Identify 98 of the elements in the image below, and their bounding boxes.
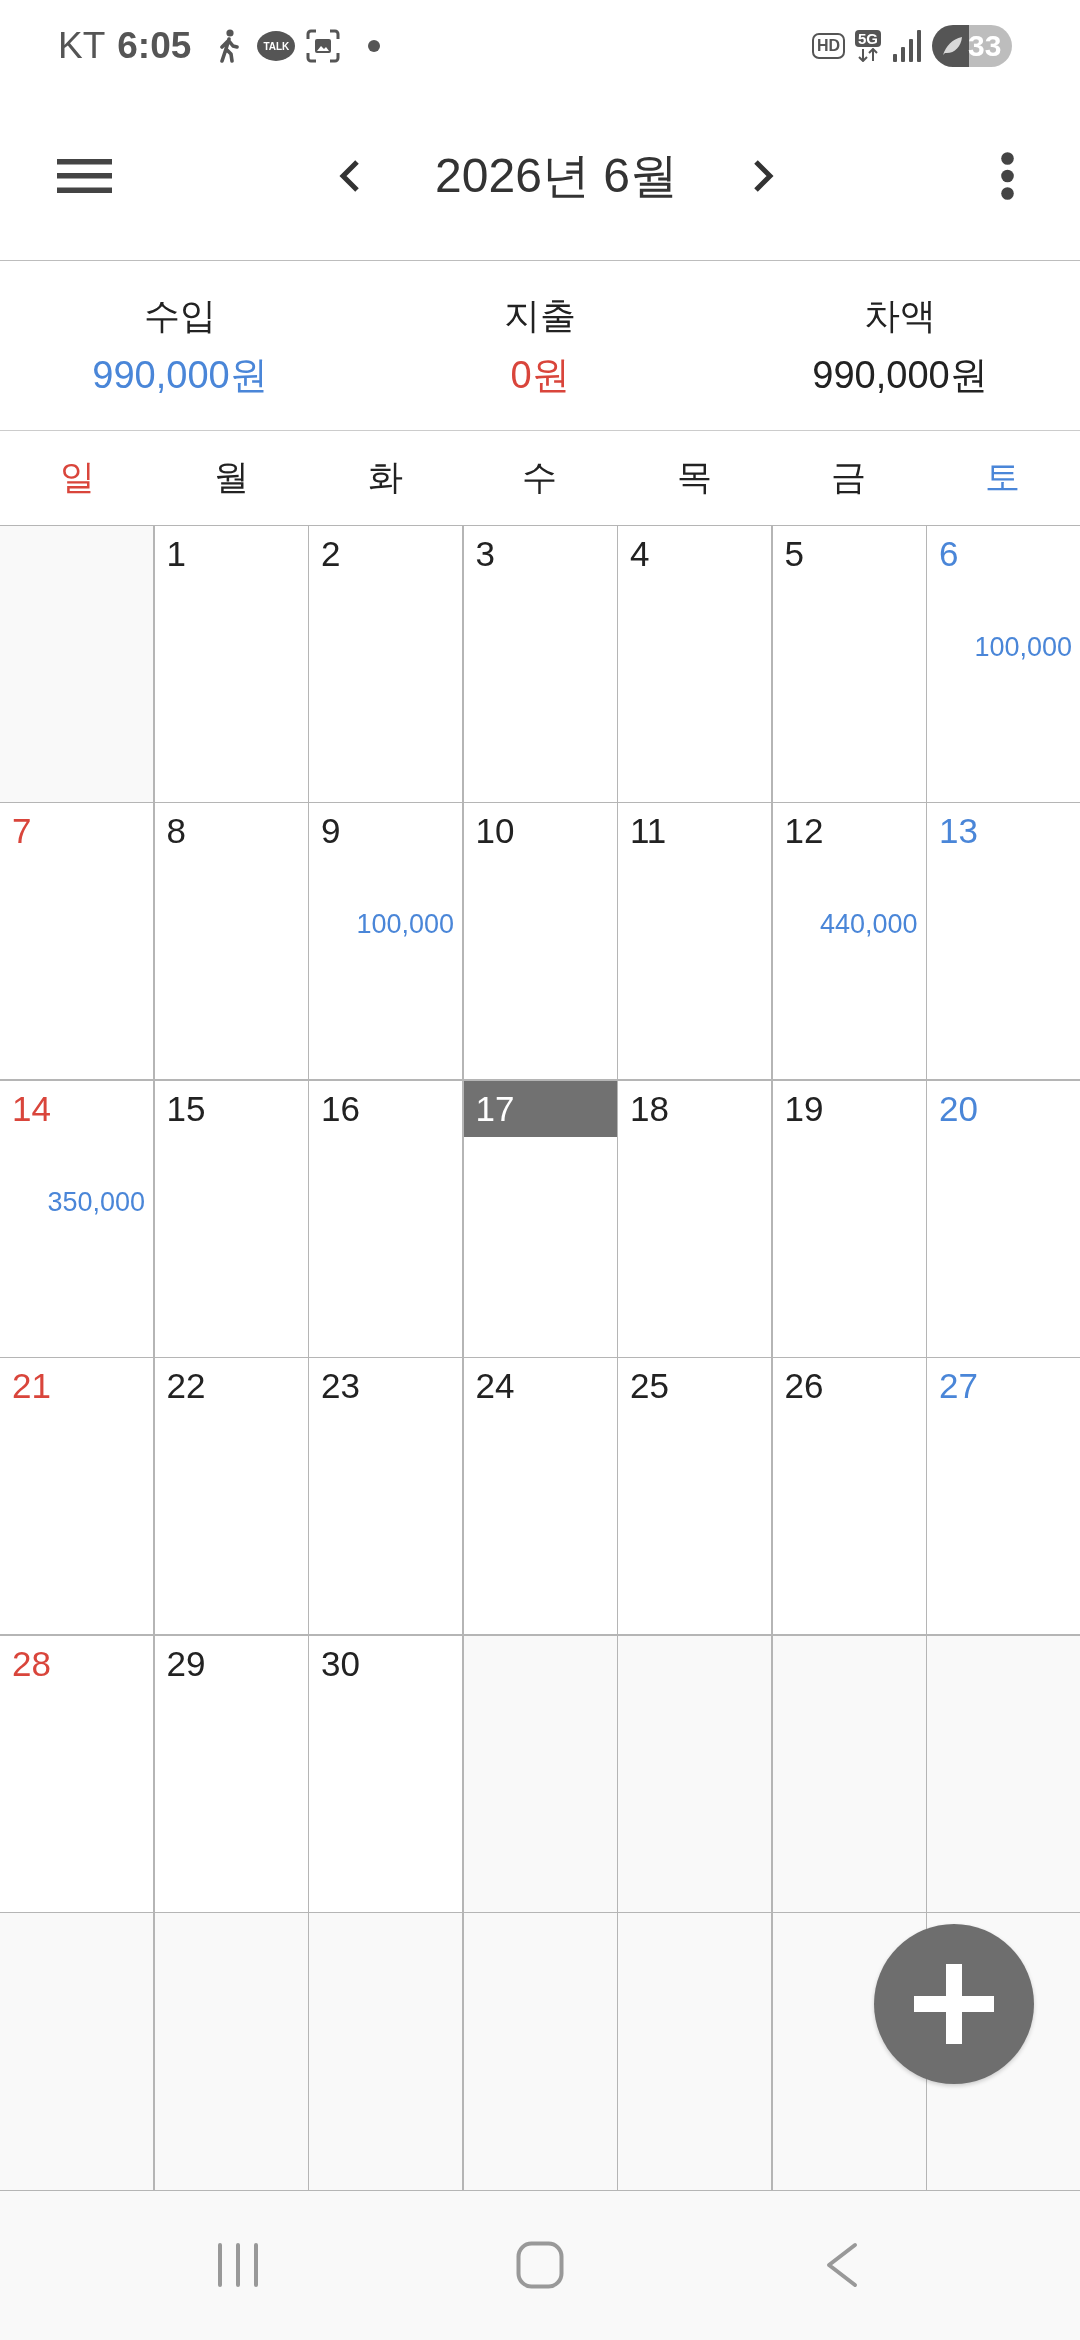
day-number: 21 [12, 1366, 51, 1407]
day-cell[interactable]: 8 [154, 803, 308, 1080]
day-cell[interactable]: 21 [0, 1358, 153, 1635]
day-cell[interactable]: 27 [927, 1358, 1080, 1635]
weekday-label: 화 [368, 456, 404, 498]
weekday-label: 월 [213, 456, 249, 498]
weekday-label: 금 [831, 456, 867, 498]
day-number: 24 [475, 1366, 515, 1407]
day-cell[interactable]: 6 100,000 [927, 525, 1080, 802]
day-number: 22 [166, 1366, 206, 1407]
clock-time: 6:05 [117, 25, 192, 67]
day-cell[interactable]: 19 [772, 1080, 926, 1357]
day-cell[interactable]: 2 [309, 525, 462, 802]
day-cell[interactable]: 26 [772, 1358, 926, 1635]
summary-amount: 990,000원 [812, 352, 988, 397]
day-cell[interactable]: 24 [463, 1358, 617, 1635]
day-cell[interactable]: 13 [927, 803, 1080, 1080]
day-cell[interactable]: 15 [154, 1080, 308, 1357]
day-number: 23 [321, 1366, 360, 1407]
weekday-label: 토 [985, 456, 1021, 498]
menu-icon[interactable] [57, 158, 112, 193]
day-number: 4 [630, 533, 650, 574]
day-cell[interactable]: 30 [309, 1635, 462, 1912]
day-cell[interactable]: 12 440,000 [772, 803, 926, 1080]
day-number: 7 [12, 811, 32, 852]
day-number: 12 [784, 811, 824, 852]
day-number: 16 [321, 1088, 360, 1129]
day-number: 15 [166, 1088, 206, 1129]
day-number: 11 [630, 811, 667, 852]
day-number: 2 [321, 533, 341, 574]
day-number: 27 [939, 1366, 978, 1407]
day-cell[interactable]: 18 [618, 1080, 771, 1357]
summary-label: 지출 [504, 293, 576, 338]
carrier-name: KT [58, 25, 106, 67]
day-cell[interactable]: 20 [927, 1080, 1080, 1357]
weekday-label: 목 [676, 456, 712, 498]
day-number: 29 [166, 1643, 206, 1684]
weekday-label: 일 [59, 456, 95, 498]
day-number: 9 [321, 811, 341, 852]
day-cell[interactable]: 11 [618, 803, 771, 1080]
day-cell[interactable]: 3 [463, 525, 617, 802]
income-amount: 440,000 [819, 908, 918, 942]
day-cell[interactable]: 7 [0, 803, 153, 1080]
day-cell[interactable]: 16 [309, 1080, 462, 1357]
day-cell[interactable]: 22 [154, 1358, 308, 1635]
summary-label: 수입 [144, 293, 216, 338]
day-number: 25 [630, 1366, 669, 1407]
summary-amount: 0원 [510, 352, 570, 397]
home-icon[interactable] [516, 2241, 564, 2289]
income-amount: 350,000 [47, 1185, 145, 1219]
day-cell[interactable]: 25 [618, 1358, 771, 1635]
income-amount: 100,000 [974, 630, 1072, 664]
day-number: 3 [475, 533, 495, 574]
walking-person-icon [217, 29, 240, 63]
weekday-label: 수 [522, 456, 558, 498]
day-number: 10 [475, 811, 515, 852]
day-cell[interactable]: 9 100,000 [309, 803, 462, 1080]
day-cell[interactable]: 5 [772, 525, 926, 802]
screenshot-icon [306, 29, 341, 63]
hd-voice-indicator: HD [811, 33, 845, 59]
day-number: 30 [321, 1643, 360, 1684]
plus-icon [914, 1964, 994, 2044]
day-number: 26 [784, 1366, 824, 1407]
day-number: 18 [630, 1088, 669, 1129]
day-number: 8 [166, 811, 186, 852]
day-number: 1 [166, 533, 186, 574]
network-type-label: 5G [855, 30, 881, 47]
chat-app-badge: TALK [257, 31, 296, 61]
day-cell[interactable]: 23 [309, 1358, 462, 1635]
day-number: 20 [939, 1088, 978, 1129]
day-number: 28 [12, 1643, 51, 1684]
day-number: 5 [784, 533, 804, 574]
day-cell[interactable]: 1 [154, 525, 308, 802]
day-number: 13 [939, 811, 978, 852]
signal-bars-icon [893, 30, 922, 62]
leaf-icon [940, 34, 964, 58]
data-arrows-icon [857, 48, 879, 62]
month-title: 2026년 6월 [435, 147, 678, 204]
day-number: 6 [939, 533, 959, 574]
day-cell[interactable]: 29 [154, 1635, 308, 1912]
day-number: 19 [784, 1088, 824, 1129]
more-options-icon[interactable] [1001, 151, 1014, 200]
recent-apps-icon[interactable] [217, 2242, 259, 2288]
summary-amount: 990,000원 [92, 352, 268, 397]
day-cell[interactable]: 17 [463, 1080, 617, 1357]
day-cell[interactable]: 4 [618, 525, 771, 802]
chevron-left-icon[interactable] [337, 158, 362, 193]
day-cell[interactable]: 14 350,000 [0, 1080, 153, 1357]
income-amount: 100,000 [356, 908, 454, 942]
summary-label: 차액 [864, 293, 936, 338]
day-cell[interactable]: 10 [463, 803, 617, 1080]
day-number: 17 [475, 1088, 515, 1129]
chevron-right-icon[interactable] [751, 158, 776, 193]
day-number: 14 [12, 1088, 51, 1129]
notification-dot-icon [368, 40, 381, 52]
battery-level: 33 [968, 29, 1002, 63]
back-icon[interactable] [826, 2242, 858, 2288]
day-cell[interactable]: 28 [0, 1635, 153, 1912]
